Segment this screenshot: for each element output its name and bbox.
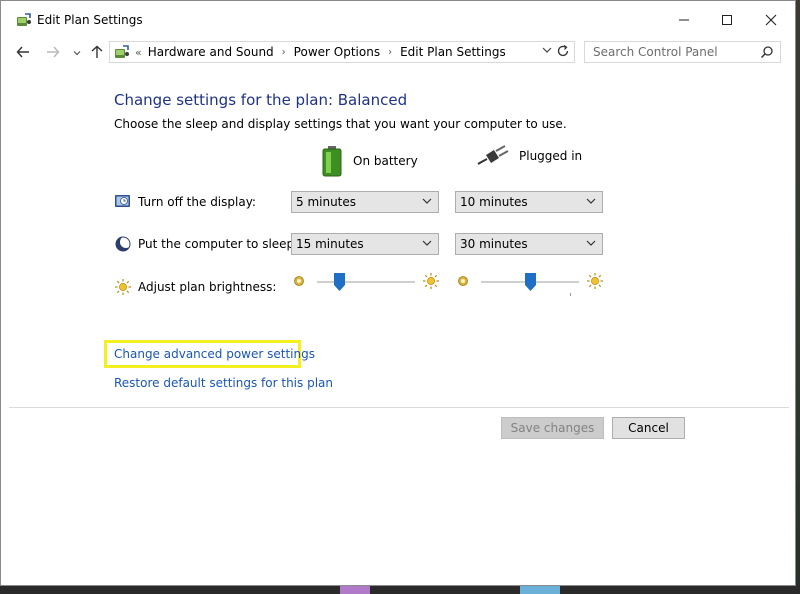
minimize-button[interactable] bbox=[669, 9, 699, 31]
minimize-icon bbox=[679, 19, 689, 21]
chevron-right-icon[interactable]: › bbox=[282, 47, 286, 58]
chevron-down-icon bbox=[422, 198, 432, 204]
chevron-down-icon bbox=[586, 240, 596, 246]
up-button[interactable] bbox=[87, 42, 107, 62]
close-button[interactable] bbox=[756, 9, 786, 31]
search-box[interactable] bbox=[584, 41, 781, 63]
title-bar[interactable]: Edit Plan Settings bbox=[1, 1, 795, 39]
divider bbox=[9, 407, 789, 408]
plugged-in-label: Plugged in bbox=[519, 149, 583, 163]
brightness-plugged-in-slider[interactable] bbox=[457, 271, 603, 296]
save-changes-button[interactable]: Save changes bbox=[501, 417, 604, 439]
change-advanced-power-settings-link[interactable]: Change advanced power settings bbox=[114, 347, 315, 361]
back-button[interactable] bbox=[13, 42, 33, 62]
breadcrumb-overflow[interactable]: « bbox=[135, 46, 142, 59]
restore-default-settings-link[interactable]: Restore default settings for this plan bbox=[114, 376, 333, 390]
slider-thumb[interactable] bbox=[334, 273, 346, 291]
slider-tick bbox=[570, 293, 571, 296]
brightness-label-text: Adjust plan brightness: bbox=[138, 280, 277, 294]
arrow-right-icon bbox=[47, 46, 60, 58]
edit-plan-settings-window: Edit Plan Settings « Hardware and Sound … bbox=[0, 0, 796, 586]
bright-sun-icon bbox=[423, 273, 439, 289]
recent-locations-button[interactable] bbox=[67, 43, 87, 63]
display-plugged-in-select[interactable]: 10 minutes bbox=[455, 191, 603, 213]
display-on-battery-select[interactable]: 5 minutes bbox=[291, 191, 439, 213]
refresh-button[interactable] bbox=[556, 44, 570, 61]
maximize-button[interactable] bbox=[712, 9, 742, 31]
sleep-on-battery-select[interactable]: 15 minutes bbox=[291, 233, 439, 255]
column-header-plugged-in: Plugged in bbox=[477, 145, 582, 167]
page-description: Choose the sleep and display settings th… bbox=[114, 117, 567, 131]
chevron-down-icon bbox=[422, 240, 432, 246]
battery-icon bbox=[322, 146, 342, 177]
sun-icon bbox=[115, 279, 131, 295]
refresh-icon bbox=[557, 44, 569, 57]
display-label-text: Turn off the display: bbox=[138, 195, 256, 209]
bright-sun-icon bbox=[587, 273, 603, 289]
address-bar[interactable]: « Hardware and Sound › Power Options › E… bbox=[109, 41, 575, 63]
arrow-left-icon bbox=[16, 46, 29, 58]
chevron-right-icon[interactable]: › bbox=[388, 47, 392, 58]
select-value: 10 minutes bbox=[460, 195, 528, 209]
address-dropdown-button[interactable] bbox=[542, 45, 552, 58]
sleep-label-text: Put the computer to sleep: bbox=[138, 237, 299, 251]
forward-button[interactable] bbox=[43, 42, 63, 62]
slider-track[interactable] bbox=[317, 281, 415, 283]
monitor-clock-icon bbox=[115, 195, 130, 207]
brightness-setting-label: Adjust plan brightness: bbox=[114, 278, 276, 296]
dim-sun-icon bbox=[294, 276, 304, 286]
desktop-item bbox=[340, 586, 370, 594]
power-options-icon bbox=[115, 45, 129, 58]
desktop-item bbox=[520, 586, 560, 594]
window-title: Edit Plan Settings bbox=[37, 13, 143, 27]
navigation-bar: « Hardware and Sound › Power Options › E… bbox=[1, 39, 795, 67]
maximize-icon bbox=[722, 15, 732, 25]
select-value: 30 minutes bbox=[460, 237, 528, 251]
chevron-down-icon bbox=[542, 47, 552, 53]
search-icon[interactable] bbox=[760, 45, 774, 59]
display-setting-label: Turn off the display: bbox=[114, 193, 256, 211]
sleep-plugged-in-select[interactable]: 30 minutes bbox=[455, 233, 603, 255]
column-header-on-battery: On battery bbox=[321, 145, 418, 177]
chevron-down-icon bbox=[586, 198, 596, 204]
power-options-icon bbox=[17, 13, 31, 26]
search-input[interactable] bbox=[591, 44, 765, 60]
breadcrumb-power-options[interactable]: Power Options bbox=[294, 45, 380, 59]
chevron-down-icon bbox=[73, 51, 81, 56]
page-title: Change settings for the plan: Balanced bbox=[114, 91, 408, 109]
slider-thumb[interactable] bbox=[524, 273, 536, 291]
cancel-button[interactable]: Cancel bbox=[612, 417, 685, 439]
on-battery-label: On battery bbox=[353, 154, 418, 168]
sleep-setting-label: Put the computer to sleep: bbox=[114, 235, 298, 253]
dim-sun-icon bbox=[458, 276, 468, 286]
select-value: 15 minutes bbox=[296, 237, 364, 251]
close-icon bbox=[765, 14, 777, 26]
arrow-up-icon bbox=[91, 45, 103, 58]
moon-icon bbox=[115, 236, 132, 252]
power-plug-icon bbox=[477, 145, 509, 165]
brightness-on-battery-slider[interactable] bbox=[293, 271, 439, 293]
taskbar bbox=[0, 585, 800, 594]
breadcrumb-edit-plan-settings[interactable]: Edit Plan Settings bbox=[400, 45, 506, 59]
select-value: 5 minutes bbox=[296, 195, 357, 209]
breadcrumb-hardware-and-sound[interactable]: Hardware and Sound bbox=[148, 45, 274, 59]
